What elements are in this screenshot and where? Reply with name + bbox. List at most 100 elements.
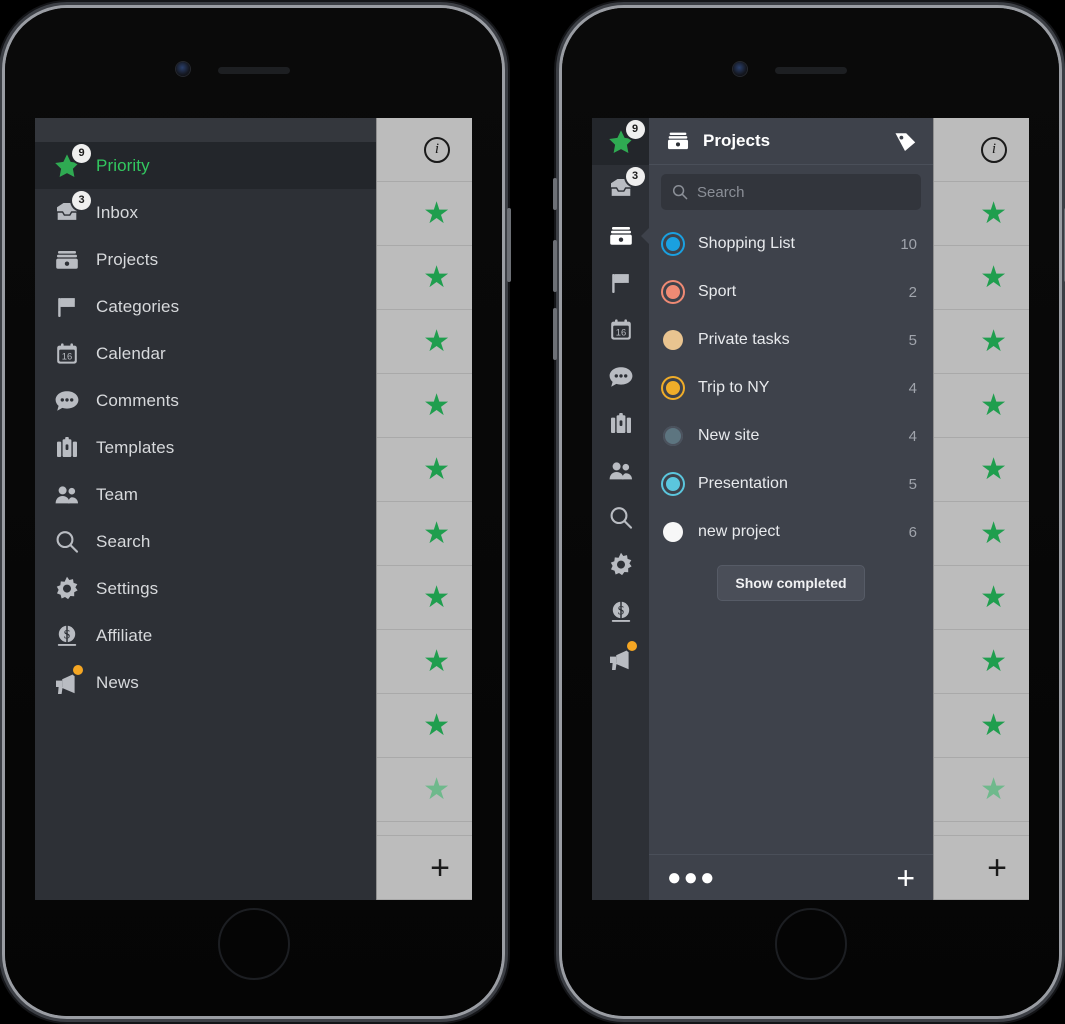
star-icon[interactable]: ★ bbox=[980, 582, 1007, 613]
project-row[interactable]: Trip to NY 4 bbox=[649, 364, 933, 412]
menu-item-inbox[interactable]: 3 Inbox bbox=[35, 189, 376, 236]
star-icon[interactable]: ★ bbox=[423, 518, 450, 549]
rail-item-dollar[interactable]: S bbox=[592, 588, 649, 635]
search-input[interactable]: Search bbox=[661, 174, 921, 210]
star-icon[interactable]: ★ bbox=[980, 454, 1007, 485]
add-task-row[interactable]: + bbox=[377, 836, 472, 900]
project-color-dot bbox=[663, 378, 683, 398]
star-icon[interactable]: ★ bbox=[423, 710, 450, 741]
volume-down-button[interactable] bbox=[553, 308, 557, 360]
rail-item-search[interactable] bbox=[592, 494, 649, 541]
flag-icon bbox=[52, 292, 82, 322]
task-row[interactable]: ★ bbox=[934, 310, 1029, 374]
project-row[interactable]: Private tasks 5 bbox=[649, 316, 933, 364]
task-row[interactable]: ★ bbox=[377, 758, 472, 822]
task-row[interactable]: ★ bbox=[934, 758, 1029, 822]
star-icon[interactable]: ★ bbox=[423, 646, 450, 677]
show-completed-button[interactable]: Show completed bbox=[717, 565, 865, 601]
projects-toolbar: ●●● + bbox=[649, 854, 933, 900]
rail-item-comments[interactable] bbox=[592, 353, 649, 400]
add-project-button[interactable]: + bbox=[896, 862, 915, 894]
rail-item-flag[interactable] bbox=[592, 259, 649, 306]
menu-item-priority[interactable]: 9 Priority bbox=[35, 142, 376, 189]
info-icon[interactable]: i bbox=[981, 136, 1007, 163]
star-icon[interactable]: ★ bbox=[423, 390, 450, 421]
rail-item-megaphone[interactable] bbox=[592, 635, 649, 682]
menu-item-projects[interactable]: Projects bbox=[35, 236, 376, 283]
info-row[interactable]: i bbox=[377, 118, 472, 182]
screen-left: 9 Priority 3 Inbox Projects Categories 16 Calen… bbox=[35, 118, 472, 900]
task-row[interactable]: ★ bbox=[377, 310, 472, 374]
mute-switch[interactable] bbox=[553, 178, 557, 210]
task-row[interactable]: ★ bbox=[934, 502, 1029, 566]
star-icon[interactable]: ★ bbox=[423, 454, 450, 485]
task-row[interactable]: ★ bbox=[934, 182, 1029, 246]
tag-icon[interactable] bbox=[891, 127, 919, 155]
menu-item-calendar[interactable]: 16 Calendar bbox=[35, 330, 376, 377]
rail-item-inbox[interactable]: 3 bbox=[592, 165, 649, 212]
star-icon[interactable]: ★ bbox=[423, 326, 450, 357]
task-row[interactable]: ★ bbox=[377, 374, 472, 438]
add-task-row[interactable]: + bbox=[934, 836, 1029, 900]
star-icon[interactable]: ★ bbox=[980, 198, 1007, 229]
star-icon[interactable]: ★ bbox=[423, 582, 450, 613]
star-icon[interactable]: ★ bbox=[980, 646, 1007, 677]
rail-item-projects[interactable] bbox=[592, 212, 649, 259]
rail-item-team[interactable] bbox=[592, 447, 649, 494]
info-icon[interactable]: i bbox=[424, 136, 450, 163]
task-row[interactable]: ★ bbox=[377, 694, 472, 758]
plus-icon[interactable]: + bbox=[430, 851, 450, 885]
volume-up-button[interactable] bbox=[553, 240, 557, 292]
power-button[interactable] bbox=[507, 208, 511, 282]
task-row[interactable]: ★ bbox=[934, 374, 1029, 438]
menu-item-settings[interactable]: Settings bbox=[35, 565, 376, 612]
star-icon[interactable]: ★ bbox=[423, 774, 450, 805]
badge-count: 9 bbox=[625, 119, 645, 139]
home-button[interactable] bbox=[217, 908, 290, 980]
project-color-dot bbox=[663, 234, 683, 254]
menu-item-news[interactable]: News bbox=[35, 659, 376, 706]
star-icon[interactable]: ★ bbox=[980, 518, 1007, 549]
star-icon[interactable]: ★ bbox=[980, 710, 1007, 741]
project-task-count: 2 bbox=[908, 283, 917, 301]
star-icon: 9 bbox=[52, 143, 91, 181]
rail-item-calendar[interactable]: 16 bbox=[592, 306, 649, 353]
star-icon[interactable]: ★ bbox=[980, 390, 1007, 421]
task-row[interactable]: ★ bbox=[377, 182, 472, 246]
task-row[interactable]: ★ bbox=[377, 246, 472, 310]
rail-item-star[interactable]: 9 bbox=[592, 118, 649, 165]
task-row[interactable]: ★ bbox=[377, 566, 472, 630]
home-button[interactable] bbox=[774, 908, 847, 980]
task-row[interactable]: ★ bbox=[377, 502, 472, 566]
project-row[interactable]: new project 6 bbox=[649, 508, 933, 556]
rail-item-gear[interactable] bbox=[592, 541, 649, 588]
more-options-icon[interactable]: ●●● bbox=[667, 865, 717, 889]
menu-item-comments[interactable]: Comments bbox=[35, 377, 376, 424]
star-icon[interactable]: ★ bbox=[980, 326, 1007, 357]
project-row[interactable]: Presentation 5 bbox=[649, 460, 933, 508]
task-row[interactable]: ★ bbox=[377, 438, 472, 502]
menu-item-categories[interactable]: Categories bbox=[35, 283, 376, 330]
menu-item-templates[interactable]: Templates bbox=[35, 424, 376, 471]
menu-item-search[interactable]: Search bbox=[35, 518, 376, 565]
star-icon[interactable]: ★ bbox=[423, 262, 450, 293]
task-row[interactable]: ★ bbox=[934, 246, 1029, 310]
star-icon[interactable]: ★ bbox=[980, 262, 1007, 293]
project-row[interactable]: New site 4 bbox=[649, 412, 933, 460]
task-row[interactable]: ★ bbox=[934, 566, 1029, 630]
plus-icon[interactable]: + bbox=[987, 851, 1007, 885]
task-row[interactable]: ★ bbox=[377, 630, 472, 694]
menu-item-affiliate[interactable]: S Affiliate bbox=[35, 612, 376, 659]
task-row[interactable]: ★ bbox=[934, 694, 1029, 758]
project-row[interactable]: Sport 2 bbox=[649, 268, 933, 316]
search-icon bbox=[606, 503, 636, 533]
star-icon[interactable]: ★ bbox=[980, 774, 1007, 805]
task-row[interactable]: ★ bbox=[934, 630, 1029, 694]
menu-item-team[interactable]: Team bbox=[35, 471, 376, 518]
project-row[interactable]: Shopping List 10 bbox=[649, 220, 933, 268]
star-icon[interactable]: ★ bbox=[423, 198, 450, 229]
rail-item-templates[interactable] bbox=[592, 400, 649, 447]
search-bar[interactable]: Search bbox=[649, 165, 933, 216]
info-row[interactable]: i bbox=[934, 118, 1029, 182]
task-row[interactable]: ★ bbox=[934, 438, 1029, 502]
